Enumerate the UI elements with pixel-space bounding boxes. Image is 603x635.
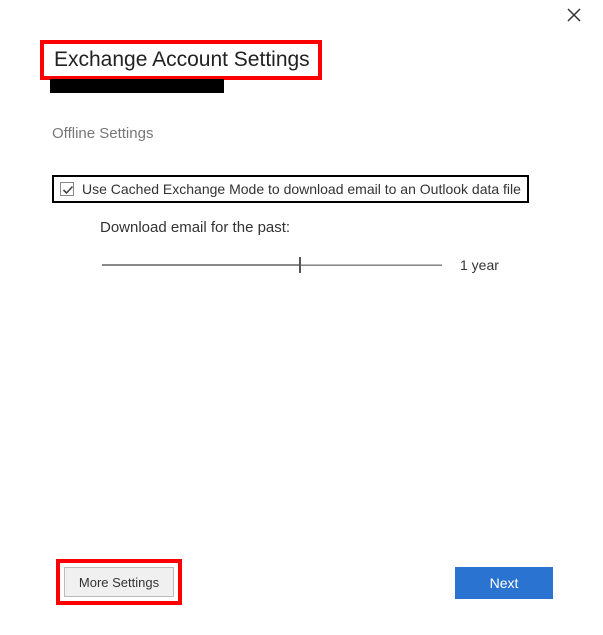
footer: More Settings Next <box>0 555 603 605</box>
cached-mode-label: Use Cached Exchange Mode to download ema… <box>82 181 521 197</box>
slider-thumb[interactable] <box>299 257 301 273</box>
download-past-label: Download email for the past: <box>100 219 290 236</box>
cached-mode-row: Use Cached Exchange Mode to download ema… <box>52 175 529 203</box>
more-settings-highlight: More Settings <box>56 559 182 605</box>
next-button-label: Next <box>490 575 519 591</box>
check-icon <box>61 183 75 197</box>
title-highlight: Exchange Account Settings <box>40 40 322 80</box>
next-button[interactable]: Next <box>455 567 553 599</box>
offline-settings-label: Offline Settings <box>52 125 153 142</box>
more-settings-button[interactable]: More Settings <box>64 567 174 597</box>
close-button[interactable] <box>567 8 587 28</box>
slider-track-inactive <box>299 264 442 265</box>
close-icon <box>567 8 581 22</box>
download-past-slider[interactable] <box>102 255 442 275</box>
page-title: Exchange Account Settings <box>54 48 310 72</box>
more-settings-label: More Settings <box>79 575 159 590</box>
account-email-redacted <box>50 79 224 93</box>
download-past-slider-row: 1 year <box>102 255 499 275</box>
cached-mode-checkbox[interactable] <box>60 182 74 196</box>
download-past-value: 1 year <box>460 257 499 273</box>
